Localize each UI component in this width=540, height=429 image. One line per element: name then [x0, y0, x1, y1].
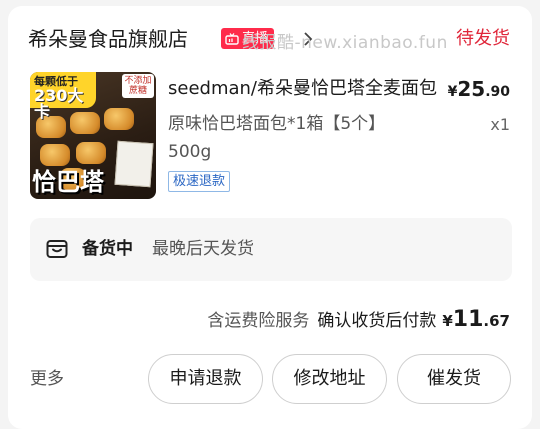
order-header: 希朵曼食品旗舰店 直播 线报酷-new.xianbao.fun 待发货 — [28, 24, 512, 56]
thumbnail-tag: 每颗低于 230大卡 — [30, 72, 96, 120]
fast-refund-tag: 极速退款 — [168, 171, 231, 192]
watermark: 线报酷-new.xianbao.fun — [242, 33, 448, 53]
tv-icon — [225, 32, 239, 45]
total-dec: .67 — [483, 312, 510, 330]
total-int: 11 — [452, 307, 484, 332]
price-int: 25 — [457, 77, 486, 101]
thumbnail-caption: 恰巴塔 — [32, 168, 104, 196]
product-quantity: x1 — [490, 115, 510, 134]
order-summary: 含运费险服务 确认收货后付款 ¥11.67 — [207, 306, 510, 336]
edit-address-button[interactable]: 修改地址 — [272, 354, 387, 404]
more-button[interactable]: 更多 — [30, 366, 64, 392]
price-symbol: ¥ — [447, 84, 458, 100]
product-thumbnail[interactable]: 每颗低于 230大卡 不添加蔗糖 恰巴塔 — [30, 72, 156, 199]
shipping-status: 备货中 — [82, 239, 133, 259]
pay-label: 确认收货后付款 — [317, 311, 437, 331]
order-status: 待发货 — [456, 28, 510, 49]
product-price: ¥25.90 — [448, 76, 510, 105]
insurance-service[interactable]: 含运费险服务 — [207, 306, 309, 331]
shipping-note: 最晚后天发货 — [152, 239, 254, 259]
box-icon — [46, 240, 68, 258]
urge-shipping-button[interactable]: 催发货 — [397, 354, 511, 404]
certificate-image — [114, 140, 154, 188]
thumbnail-side-note: 不添加蔗糖 — [122, 74, 154, 98]
product-title[interactable]: seedman/希朵曼恰巴塔全麦面包 — [168, 76, 438, 102]
product-sku: 原味恰巴塔面包*1箱【5个】500g — [168, 114, 386, 162]
total-symbol: ¥ — [442, 312, 453, 330]
price-dec: .90 — [485, 84, 510, 100]
request-refund-button[interactable]: 申请退款 — [148, 354, 263, 404]
shipping-status-box[interactable]: 备货中 最晚后天发货 — [30, 218, 512, 281]
order-total: ¥11.67 — [442, 307, 510, 332]
shop-name[interactable]: 希朵曼食品旗舰店 — [28, 24, 188, 54]
